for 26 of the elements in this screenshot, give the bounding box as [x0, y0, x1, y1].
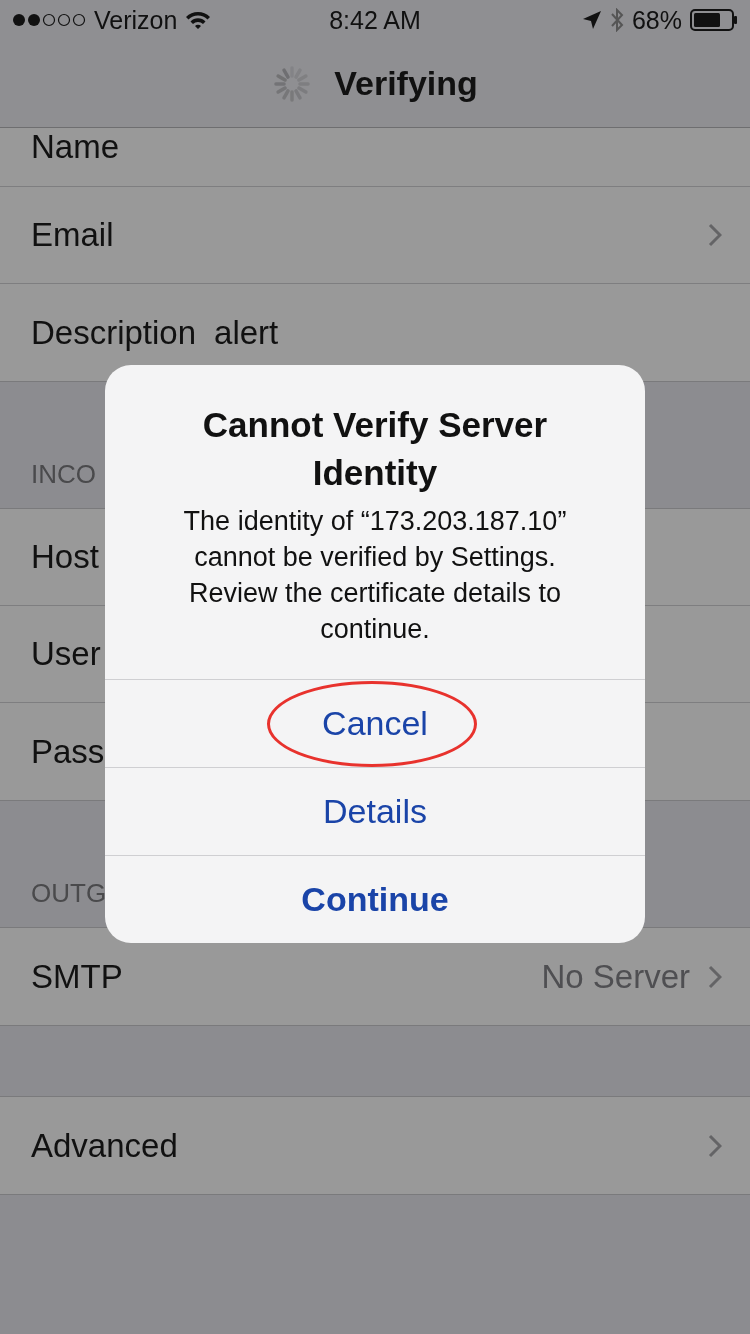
- battery-percent: 68%: [631, 5, 682, 35]
- section-header: OUTG: [31, 878, 107, 909]
- wifi-icon: [185, 10, 212, 30]
- battery-icon: [690, 9, 738, 31]
- row-label: Advanced: [31, 1126, 178, 1165]
- row-label: Host: [31, 538, 99, 576]
- alert-button[interactable]: Continue: [105, 855, 645, 943]
- row-label: User: [31, 635, 101, 673]
- row-value: alert: [214, 313, 279, 352]
- section-header: INCO: [31, 459, 96, 490]
- alert-message: The identity of “173.203.187.10” cannot be verified by Settings. Review the certificate details to continue.: [182, 505, 568, 646]
- nav-title: Verifying: [334, 64, 478, 103]
- row-value: No Server: [541, 957, 690, 996]
- row-label: Name: [31, 128, 120, 166]
- location-arrow-icon: [581, 10, 602, 30]
- bluetooth-icon: [609, 8, 624, 32]
- alert-title: Cannot Verify Server Identity: [201, 404, 549, 494]
- status-time: 8:42 AM: [328, 5, 422, 35]
- carrier-name: Verizon: [94, 5, 178, 35]
- row-label: Pass: [31, 732, 105, 771]
- alert-button[interactable]: Cancel: [105, 679, 645, 767]
- alert-button[interactable]: Details: [105, 767, 645, 855]
- row-label: Description: [31, 313, 197, 352]
- signal-icon: [12, 13, 86, 27]
- row-label: Email: [31, 216, 114, 254]
- row-label: SMTP: [31, 957, 123, 996]
